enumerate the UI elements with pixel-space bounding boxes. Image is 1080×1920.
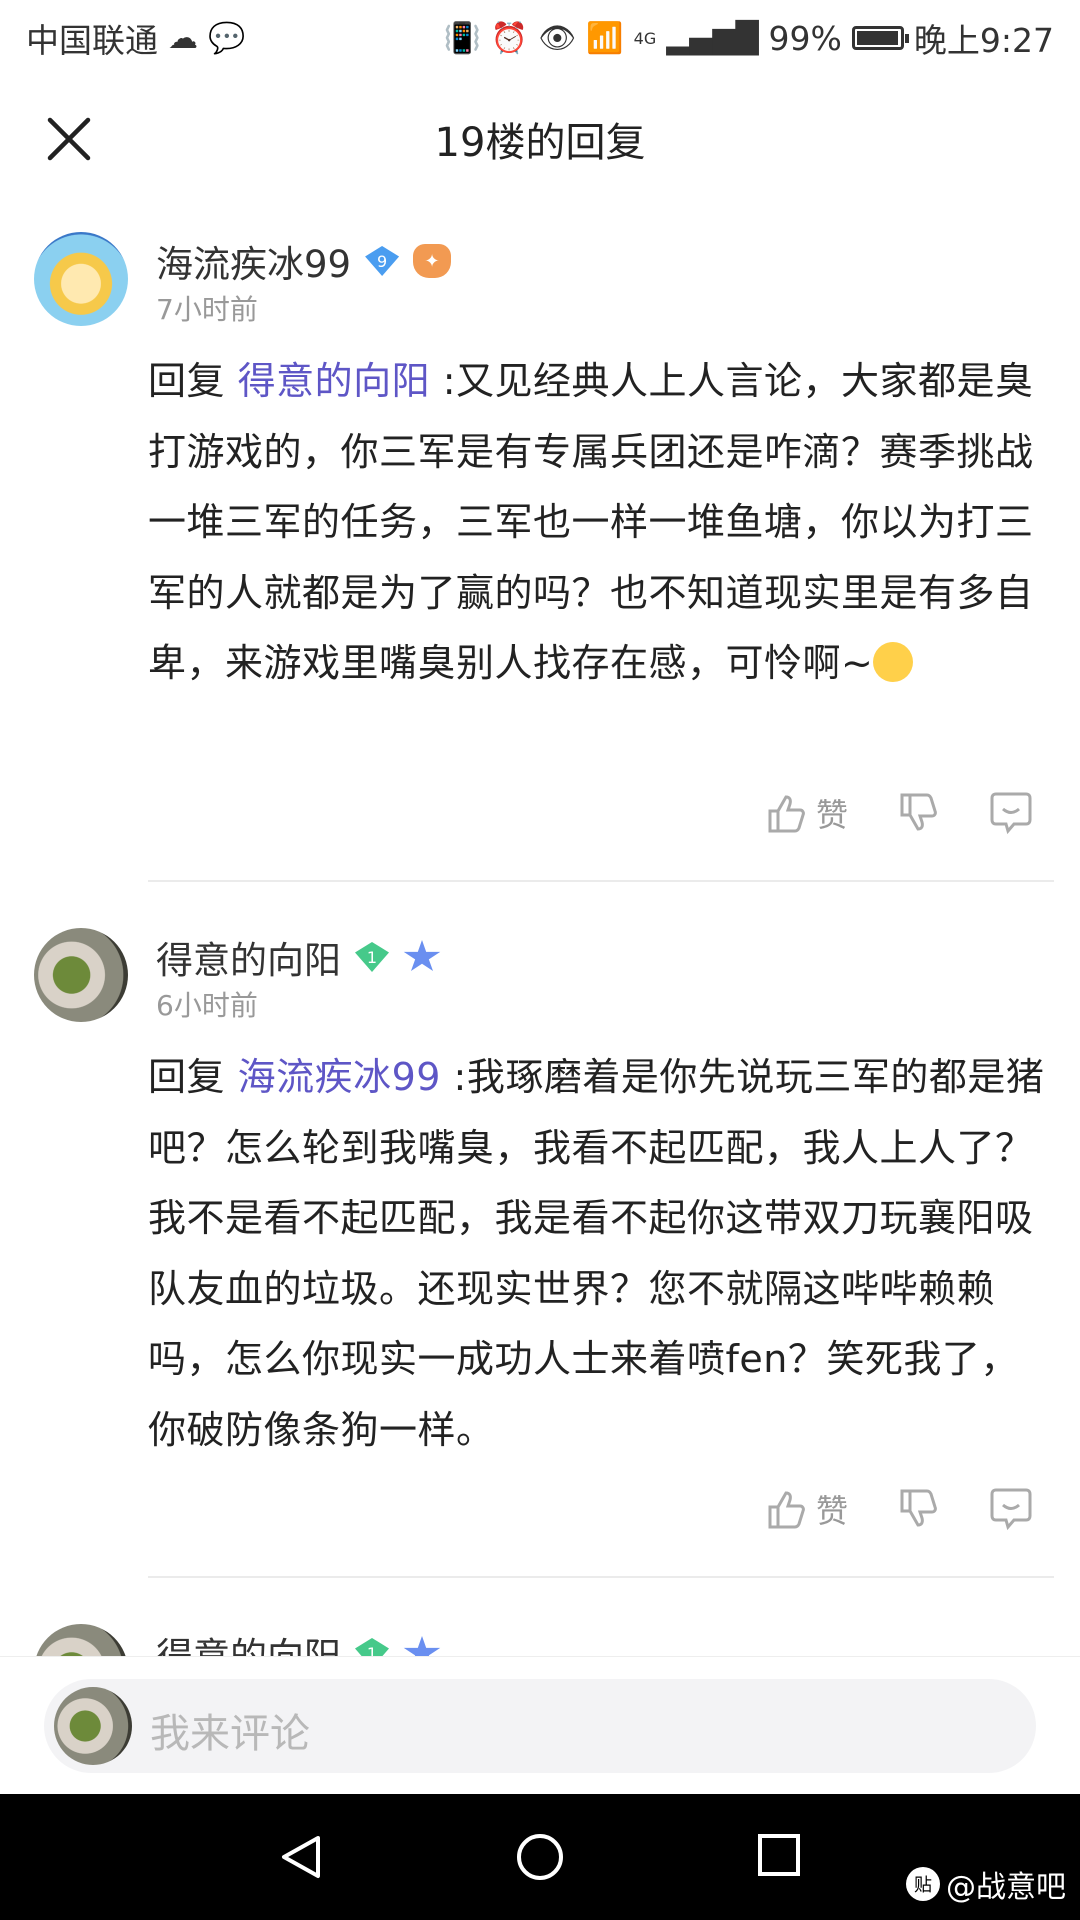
star-badge-icon	[403, 1636, 441, 1656]
alarm-icon: ⏰	[490, 20, 529, 56]
reply-prefix: 回复	[148, 1055, 238, 1099]
avatar[interactable]	[34, 232, 128, 326]
comment-bubble-icon	[990, 1488, 1032, 1531]
dislike-button[interactable]	[896, 791, 940, 835]
divider	[148, 880, 1054, 882]
status-bar: 中国联通 ☁ 💬 📳 ⏰ 👁 📶 4G ▂▄▆█ 99% 晚上9:27	[0, 0, 1080, 76]
comment-text: 回复 海流疾冰99 :我琢磨着是你先说玩三军的都是猪吧？怎么轮到我嘴臭，我看不起…	[148, 1042, 1048, 1465]
clock: 晚上9:27	[913, 21, 1054, 60]
watermark-text: @战意吧	[946, 1870, 1066, 1905]
battery-icon	[851, 26, 909, 50]
comment-time: 6小时前	[156, 989, 258, 1022]
comment-list: 海流疾冰99 9 ✦ 7小时前 回复 得意的向阳 :又见经典人上人言论，大家都是…	[0, 220, 1080, 1656]
comment-input[interactable]: 我来评论	[44, 1679, 1036, 1773]
smile-emoji-icon	[873, 642, 914, 682]
recents-button[interactable]	[756, 1832, 802, 1882]
comment-bar: 我来评论	[0, 1656, 1080, 1795]
level-badge: 1	[355, 942, 389, 972]
thumbs-down-icon	[900, 793, 937, 831]
avatar[interactable]	[34, 1624, 128, 1656]
thumbs-down-icon	[900, 1489, 937, 1527]
recents-square-icon	[758, 1834, 800, 1876]
thumbs-up-icon	[768, 795, 805, 833]
like-label: 赞	[815, 1492, 848, 1530]
eye-icon: 👁	[538, 20, 577, 56]
username[interactable]: 得意的向阳	[156, 930, 341, 984]
comment-bubble-icon	[990, 792, 1032, 835]
reply-prefix: 回复	[148, 359, 238, 403]
like-button[interactable]: 赞	[764, 790, 848, 836]
network-type: 4G	[633, 28, 657, 48]
back-triangle-icon	[282, 1836, 320, 1878]
wifi-icon: 📶	[586, 20, 624, 56]
carrier-label: 中国联通	[26, 21, 158, 60]
like-label: 赞	[815, 796, 848, 834]
chat-bubble-icon: 💬	[208, 20, 246, 56]
dislike-button[interactable]	[896, 1487, 940, 1531]
gamepad-badge-icon: ✦	[413, 244, 452, 278]
avatar[interactable]	[34, 928, 128, 1022]
back-button[interactable]	[276, 1832, 326, 1886]
comment-body: :我琢磨着是你先说玩三军的都是猪吧？怎么轮到我嘴臭，我看不起匹配，我人上人了？我…	[148, 1055, 1045, 1452]
reply-button[interactable]	[988, 1486, 1034, 1532]
divider	[148, 1576, 1054, 1578]
like-button[interactable]: 赞	[764, 1486, 848, 1532]
mention-link[interactable]: 得意的向阳	[238, 359, 431, 403]
level-badge: 1	[355, 1638, 389, 1656]
weather-icon: ☁	[168, 20, 198, 56]
reply-button[interactable]	[988, 790, 1034, 836]
system-nav-bar: 贴 @战意吧	[0, 1794, 1080, 1920]
vibrate-icon: 📳	[443, 20, 481, 56]
comment-placeholder: 我来评论	[150, 1711, 310, 1757]
mention-link[interactable]: 海流疾冰99	[238, 1055, 441, 1099]
comment-time: 7小时前	[156, 293, 258, 326]
watermark: 贴 @战意吧	[906, 1862, 1066, 1906]
signal-icon: ▂▄▆█	[666, 20, 759, 56]
username[interactable]: 得意的向阳	[156, 1626, 341, 1656]
avatar	[54, 1687, 132, 1765]
comment-text: 回复 得意的向阳 :又见经典人上人言论，大家都是臭打游戏的，你三军是有专属兵团还…	[148, 346, 1048, 699]
tieba-logo-icon: 贴	[906, 1867, 940, 1901]
username[interactable]: 海流疾冰99	[156, 234, 351, 288]
battery-percent: 99%	[768, 18, 842, 58]
home-button[interactable]	[515, 1832, 565, 1886]
thumbs-up-icon	[768, 1491, 805, 1529]
level-badge: 9	[365, 246, 400, 276]
page-title: 19楼的回复	[434, 120, 646, 166]
comment-body: :又见经典人上人言论，大家都是臭打游戏的，你三军是有专属兵团还是咋滴？赛季挑战一…	[148, 359, 1034, 685]
header: 19楼的回复	[0, 96, 1080, 182]
star-badge-icon	[403, 940, 441, 971]
home-circle-icon	[517, 1834, 563, 1880]
